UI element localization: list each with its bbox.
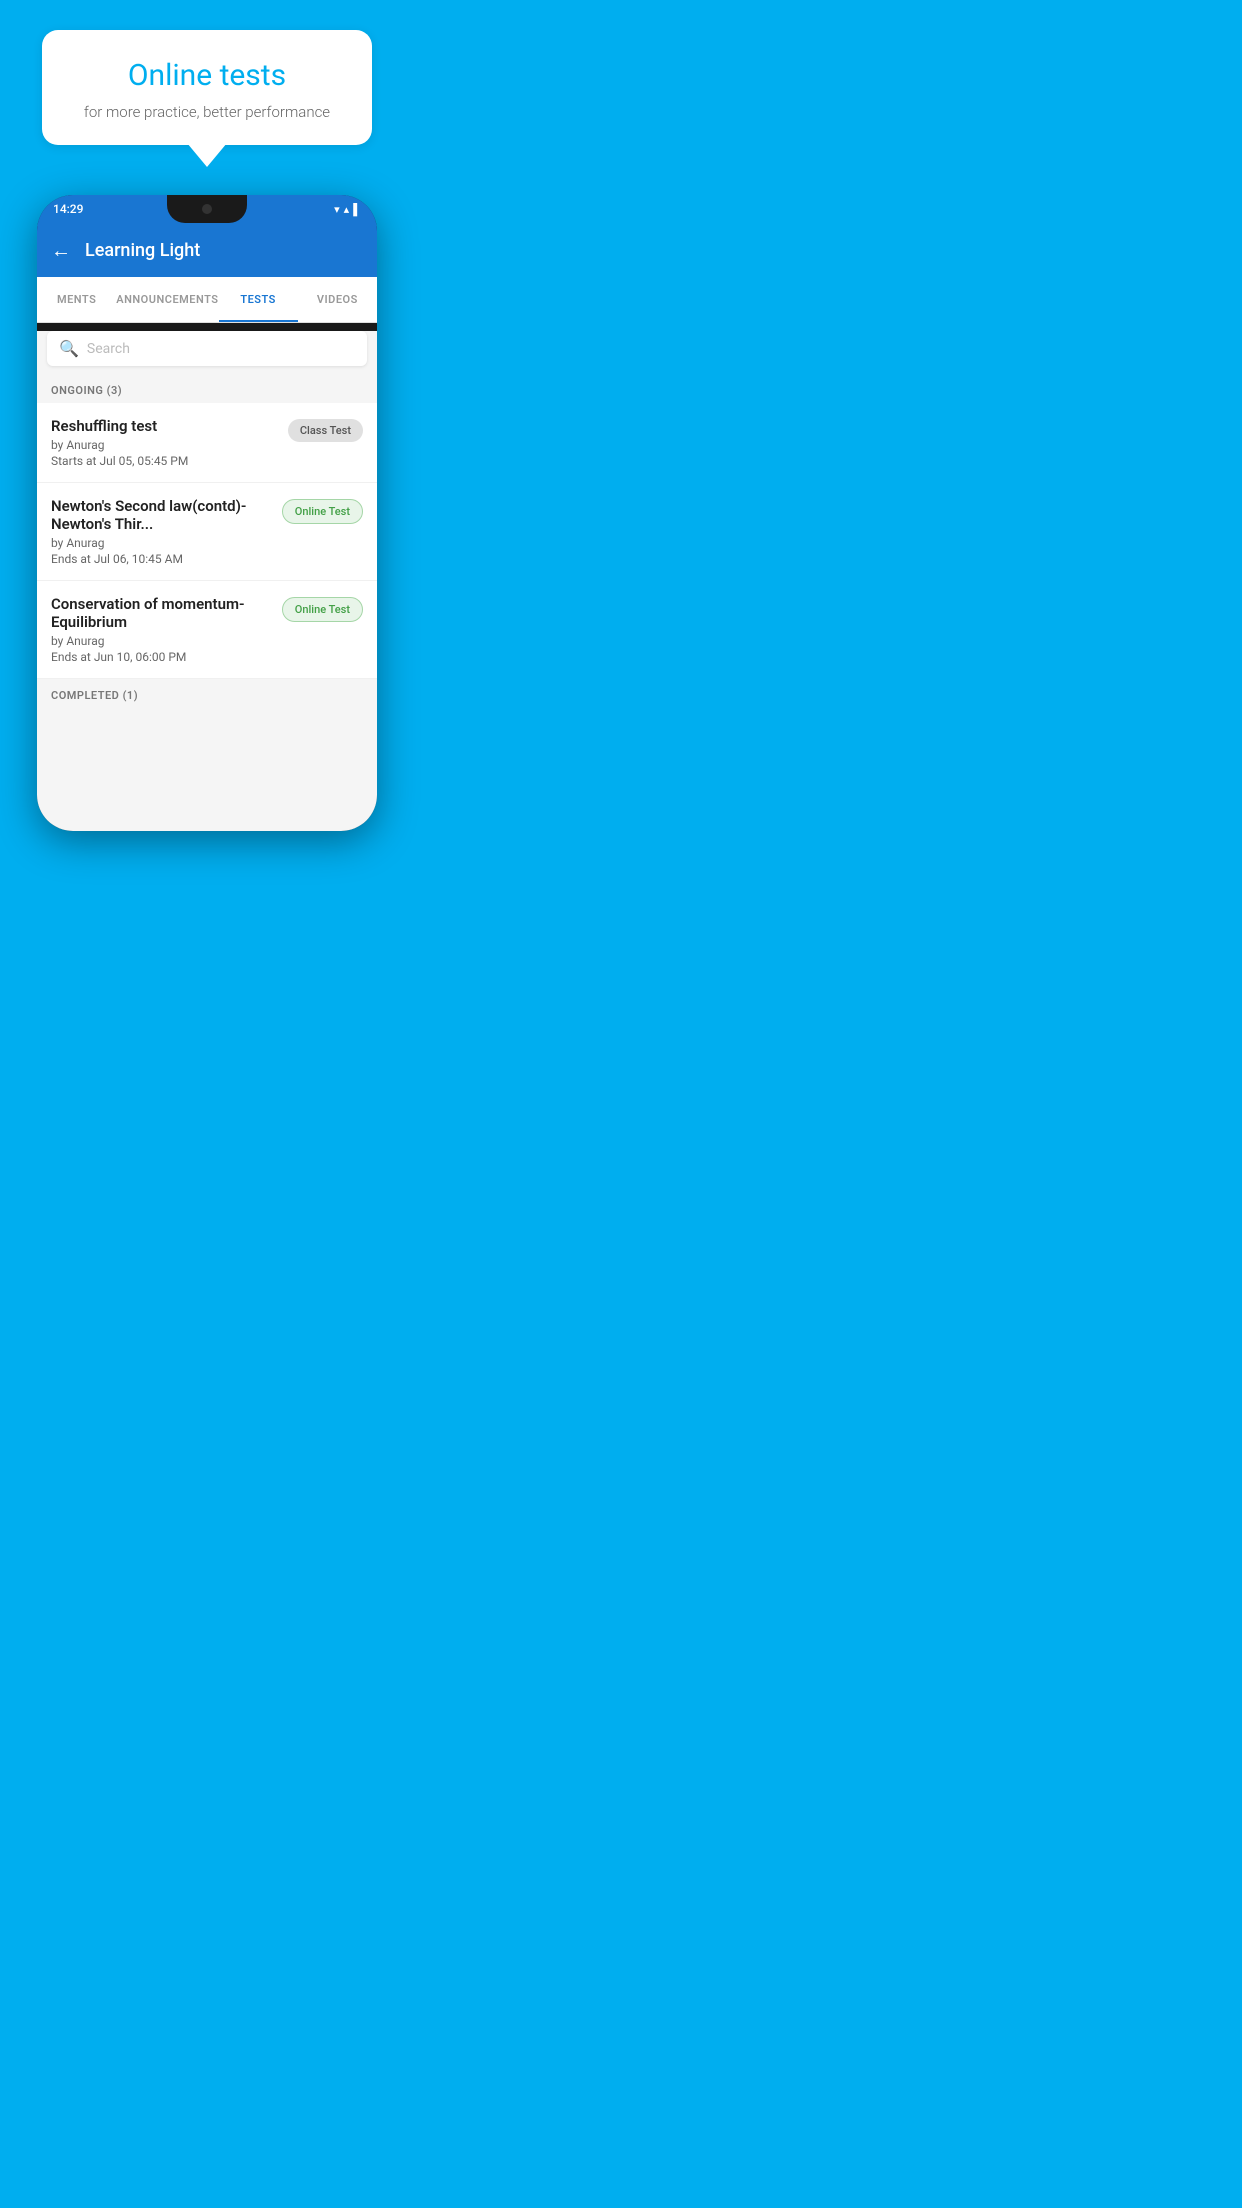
test-by-reshuffling: by Anurag <box>51 438 278 452</box>
test-info-conservation: Conservation of momentum-Equilibrium by … <box>51 595 272 664</box>
badge-class-test: Class Test <box>288 419 363 442</box>
signal-icon: ▴ <box>344 203 350 216</box>
list-item[interactable]: Conservation of momentum-Equilibrium by … <box>37 581 377 679</box>
search-bar[interactable]: 🔍 Search <box>47 331 367 366</box>
list-item[interactable]: Reshuffling test by Anurag Starts at Jul… <box>37 403 377 483</box>
tab-ments[interactable]: MENTS <box>37 277 116 322</box>
badge-online-test-newtons: Online Test <box>282 499 363 524</box>
test-info-newtons: Newton's Second law(contd)-Newton's Thir… <box>51 497 272 566</box>
ongoing-section-header: ONGOING (3) <box>37 374 377 403</box>
search-icon: 🔍 <box>59 339 79 358</box>
test-by-conservation: by Anurag <box>51 634 272 648</box>
tab-bar: MENTS ANNOUNCEMENTS TESTS VIDEOS <box>37 277 377 323</box>
speech-bubble: Online tests for more practice, better p… <box>42 30 371 145</box>
battery-icon: ▌ <box>353 203 361 216</box>
test-name-newtons: Newton's Second law(contd)-Newton's Thir… <box>51 497 272 533</box>
phone-mockup: 14:29 ▾ ▴ ▌ ← Learning Light MENTS ANNOU… <box>37 195 377 831</box>
wifi-icon: ▾ <box>334 203 340 216</box>
tab-tests[interactable]: TESTS <box>219 277 298 322</box>
badge-online-test-conservation: Online Test <box>282 597 363 622</box>
test-date-newtons: Ends at Jul 06, 10:45 AM <box>51 552 272 566</box>
test-list: Reshuffling test by Anurag Starts at Jul… <box>37 403 377 679</box>
promo-section: Online tests for more practice, better p… <box>0 0 414 145</box>
promo-subtitle: for more practice, better performance <box>72 103 341 121</box>
status-time: 14:29 <box>53 202 83 216</box>
search-input[interactable]: Search <box>87 341 130 357</box>
list-item[interactable]: Newton's Second law(contd)-Newton's Thir… <box>37 483 377 581</box>
tab-videos[interactable]: VIDEOS <box>298 277 377 322</box>
camera-dot <box>202 204 212 214</box>
test-by-newtons: by Anurag <box>51 536 272 550</box>
content-area: 🔍 Search ONGOING (3) Reshuffling test by… <box>37 331 377 831</box>
app-title: Learning Light <box>85 240 200 261</box>
tab-announcements[interactable]: ANNOUNCEMENTS <box>116 277 218 322</box>
test-name-conservation: Conservation of momentum-Equilibrium <box>51 595 272 631</box>
test-date-conservation: Ends at Jun 10, 06:00 PM <box>51 650 272 664</box>
test-info-reshuffling: Reshuffling test by Anurag Starts at Jul… <box>51 417 278 468</box>
app-bar: ← Learning Light <box>37 223 377 277</box>
back-button[interactable]: ← <box>51 238 71 263</box>
status-icons: ▾ ▴ ▌ <box>334 203 361 216</box>
test-date-reshuffling: Starts at Jul 05, 05:45 PM <box>51 454 278 468</box>
test-name-reshuffling: Reshuffling test <box>51 417 278 435</box>
promo-title: Online tests <box>72 58 341 93</box>
completed-section-header: COMPLETED (1) <box>37 679 377 708</box>
